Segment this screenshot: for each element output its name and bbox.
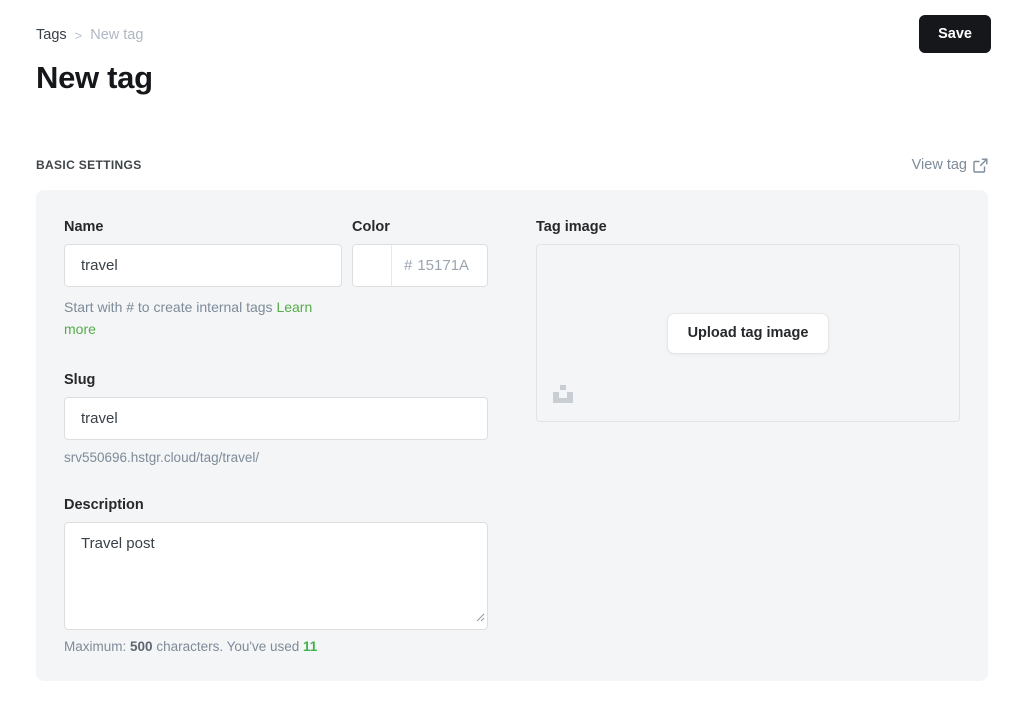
color-input[interactable] <box>417 257 487 274</box>
upload-tag-image-button[interactable]: Upload tag image <box>668 314 829 353</box>
color-input-wrap: # <box>352 244 488 287</box>
view-tag-label: View tag <box>912 157 967 173</box>
counter-middle: characters. You've used <box>156 639 299 654</box>
color-label: Color <box>352 219 488 235</box>
description-counter: Maximum: 500 characters. You've used 11 <box>64 639 488 654</box>
breadcrumb-tags-link[interactable]: Tags <box>36 27 67 43</box>
tag-image-upload-area[interactable]: Upload tag image <box>536 244 960 422</box>
left-column: Name Start with # to create internal tag… <box>64 219 488 654</box>
color-field-group: Color # <box>352 219 488 340</box>
description-textarea-wrap: Travel post <box>64 522 488 630</box>
image-upload-icon <box>553 385 573 408</box>
external-link-icon <box>973 158 988 173</box>
color-swatch[interactable] <box>353 245 392 286</box>
description-label: Description <box>64 497 488 513</box>
slug-input[interactable] <box>64 397 488 440</box>
counter-prefix: Maximum: <box>64 639 126 654</box>
name-field-group: Name Start with # to create internal tag… <box>64 219 342 340</box>
name-color-row: Name Start with # to create internal tag… <box>64 219 488 340</box>
slug-label: Slug <box>64 372 488 388</box>
basic-settings-card: Name Start with # to create internal tag… <box>36 190 988 681</box>
view-tag-link[interactable]: View tag <box>912 157 988 173</box>
color-entry: # <box>392 245 487 286</box>
tag-image-label: Tag image <box>536 219 960 235</box>
name-helper-text: Start with # to create internal tags <box>64 299 273 315</box>
save-button[interactable]: Save <box>919 15 991 53</box>
counter-used: 11 <box>303 639 317 654</box>
description-textarea[interactable]: Travel post <box>64 522 488 630</box>
section-header: BASIC SETTINGS View tag <box>36 157 988 173</box>
name-input[interactable] <box>64 244 342 287</box>
breadcrumb-current: New tag <box>90 27 143 43</box>
tag-image-field-group: Tag image Upload tag image <box>536 219 960 422</box>
counter-max: 500 <box>130 639 153 654</box>
tag-settings-page: Tags > New tag Save New tag BASIC SETTIN… <box>0 0 1024 681</box>
section-title: BASIC SETTINGS <box>36 158 142 172</box>
right-column: Tag image Upload tag image <box>536 219 960 654</box>
name-label: Name <box>64 219 342 235</box>
page-title: New tag <box>36 60 988 96</box>
description-field-group: Description Travel post Maximum: 500 cha… <box>64 497 488 654</box>
slug-field-group: Slug srv550696.hstgr.cloud/tag/travel/ <box>64 372 488 465</box>
slug-url-preview: srv550696.hstgr.cloud/tag/travel/ <box>64 450 488 465</box>
breadcrumb-separator: > <box>75 28 83 43</box>
name-helper: Start with # to create internal tags Lea… <box>64 297 342 340</box>
breadcrumb: Tags > New tag <box>36 0 988 43</box>
color-hash-prefix: # <box>404 257 412 274</box>
